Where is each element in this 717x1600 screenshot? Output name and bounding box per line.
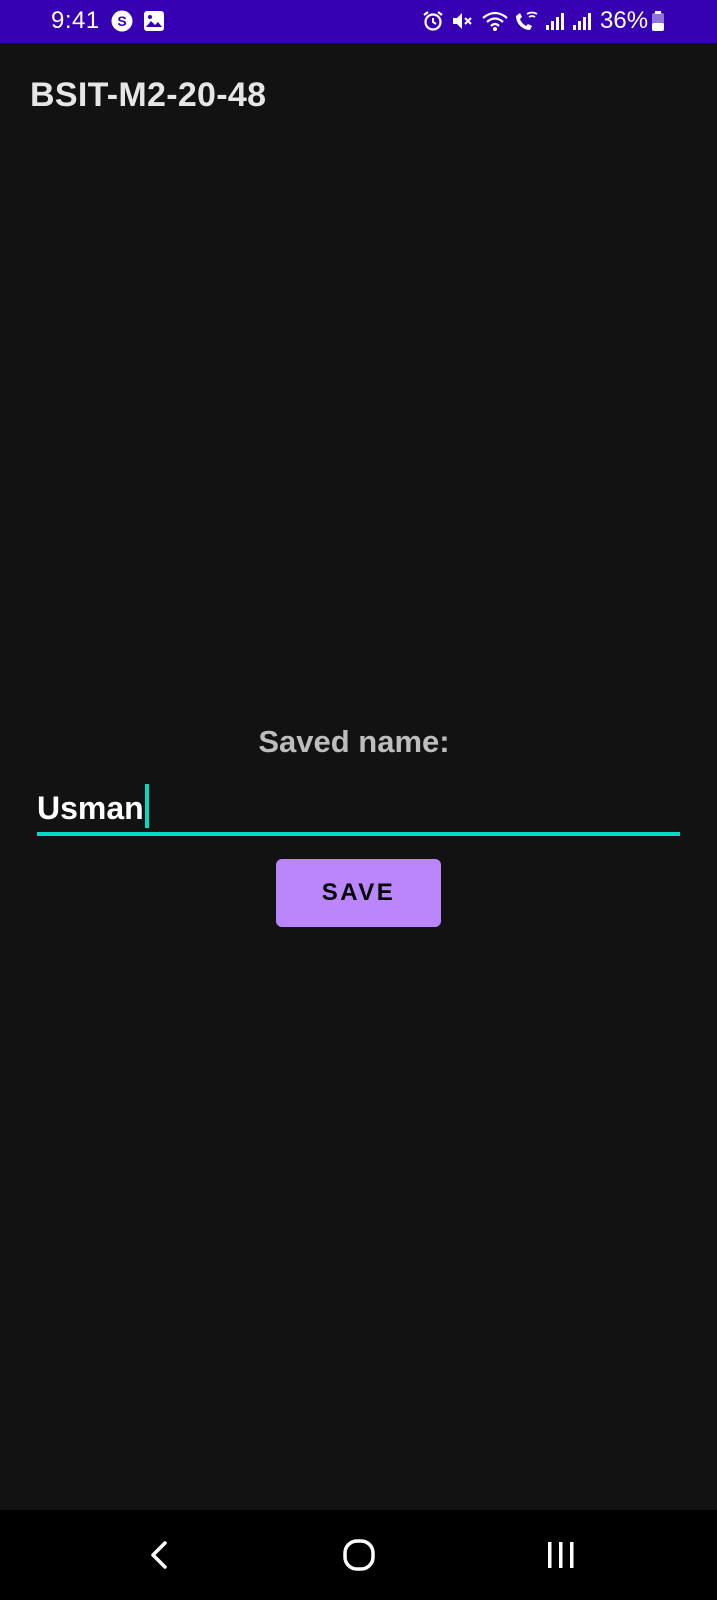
battery-percent: 36%	[600, 7, 649, 34]
name-input-value-wrap: Usman	[37, 784, 149, 828]
text-caret	[144, 784, 149, 828]
name-input[interactable]: Usman	[37, 780, 680, 836]
recents-icon[interactable]	[541, 1535, 581, 1575]
home-icon[interactable]	[339, 1535, 379, 1575]
s-app-icon: S	[111, 10, 133, 32]
wifi-call-icon	[516, 11, 538, 30]
svg-text:S: S	[117, 13, 126, 29]
signal-icon	[546, 13, 564, 30]
battery-icon	[652, 11, 664, 31]
mute-icon	[453, 13, 472, 29]
app-screen: 9:41 S 36% BSIT-M2-20-48 Saved name: Usm…	[0, 0, 717, 1600]
save-button[interactable]: SAVE	[276, 859, 441, 927]
name-input-value: Usman	[37, 790, 144, 826]
navigation-bar	[0, 1510, 717, 1600]
alarm-icon	[423, 11, 443, 31]
wifi-icon	[482, 11, 508, 31]
status-bar: 9:41 S 36%	[0, 0, 717, 43]
status-time: 9:41	[51, 7, 100, 34]
saved-name-label: Saved name:	[258, 724, 450, 759]
gallery-icon	[144, 11, 164, 31]
signal-icon	[573, 13, 591, 30]
page-title: BSIT-M2-20-48	[30, 76, 267, 114]
back-icon[interactable]	[140, 1535, 180, 1575]
